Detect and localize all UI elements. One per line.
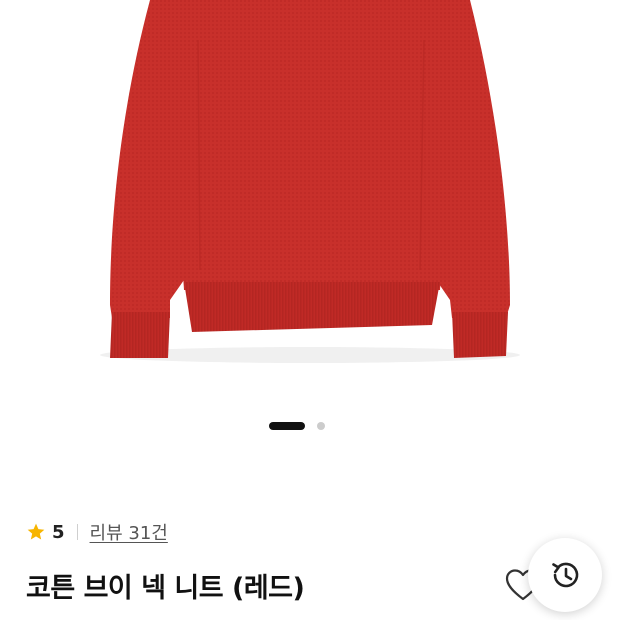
rating-score: 5	[52, 521, 65, 543]
product-title: 코튼 브이 넥 니트 (레드)	[26, 573, 305, 604]
product-image[interactable]	[0, 0, 620, 400]
pager-dot-active[interactable]	[269, 422, 305, 430]
pager-dot[interactable]	[317, 422, 325, 430]
image-carousel-pager	[0, 421, 620, 431]
rating-row: 5 리뷰 31건	[26, 519, 168, 545]
review-count-link[interactable]: 리뷰 31건	[90, 519, 168, 545]
star-icon	[27, 523, 45, 540]
history-button[interactable]	[528, 538, 602, 612]
product-detail-page: 5 리뷰 31건 코튼 브이 넥 니트 (레드)	[0, 0, 620, 620]
history-icon	[552, 562, 579, 588]
divider	[76, 524, 78, 540]
